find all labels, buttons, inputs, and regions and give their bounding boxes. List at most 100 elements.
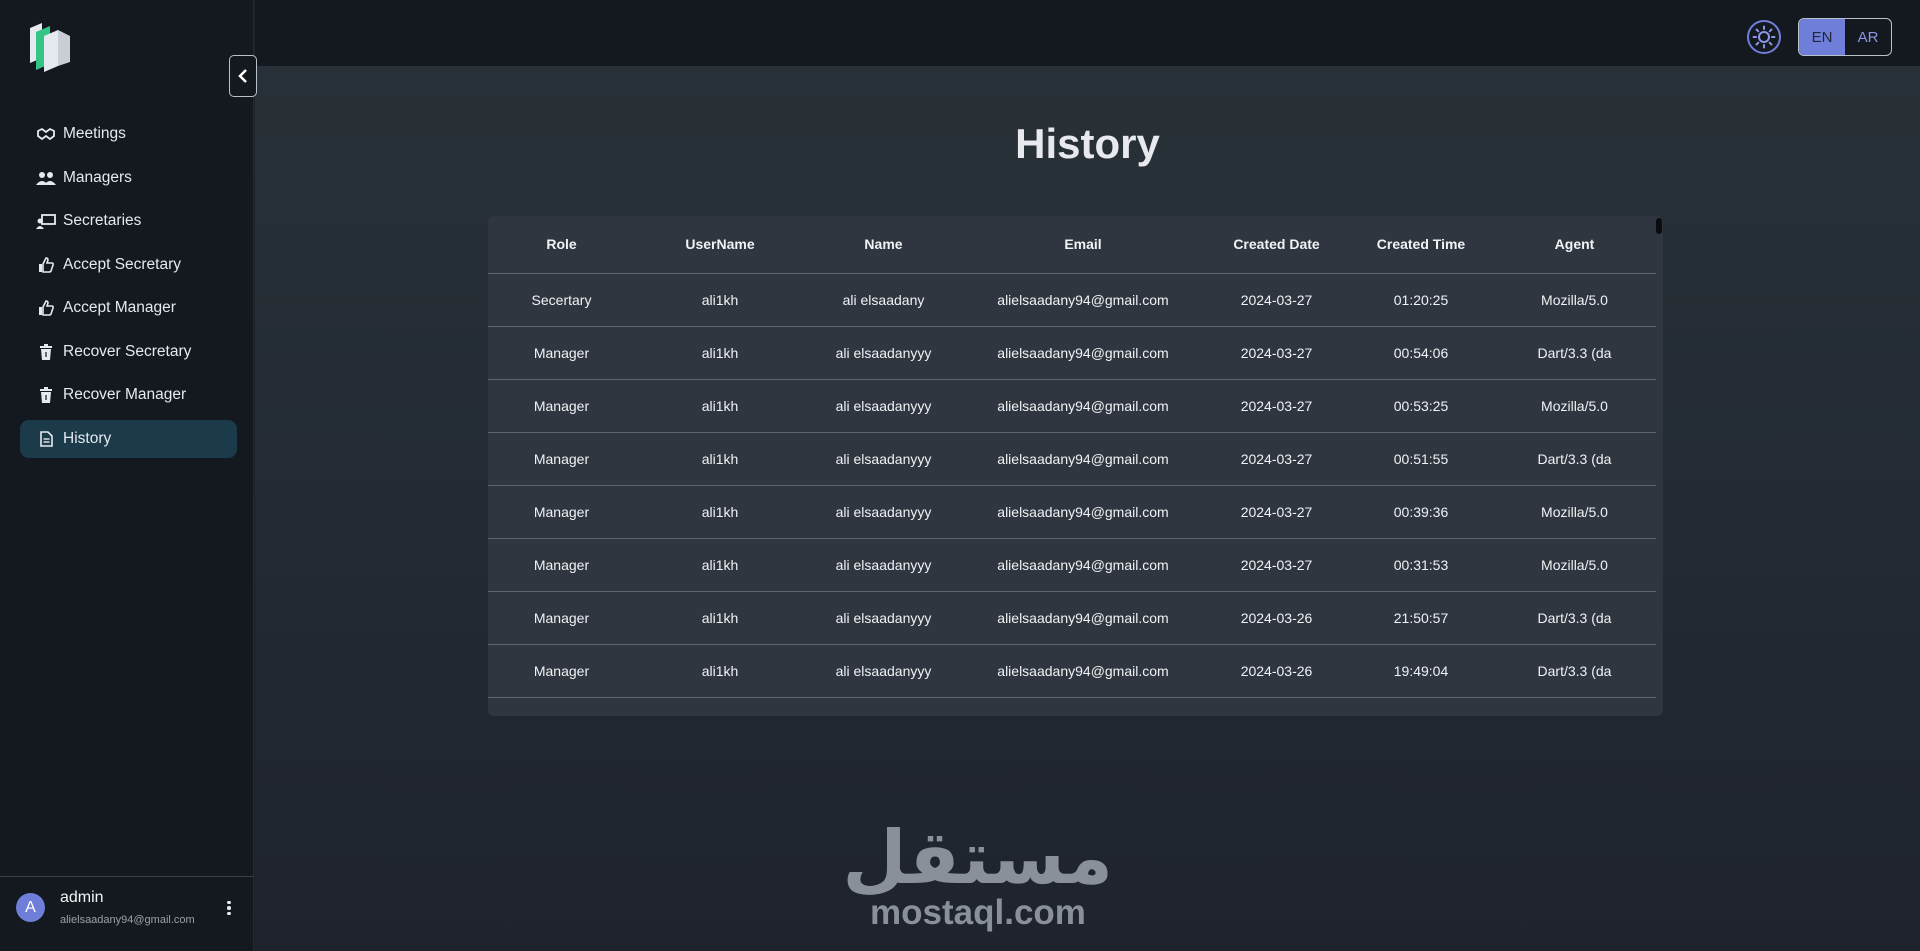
chalkboard-user-icon (36, 212, 56, 230)
table-cell: 21:50:57 (1349, 591, 1493, 645)
table-row[interactable]: Manager ali1kh ali elsaadanyyy alielsaadany… (488, 432, 1656, 486)
main-content: History Role UserName Name Email Created Dat… (255, 66, 1920, 951)
table-cell: 01:20:25 (1349, 273, 1493, 327)
table-cell: 19:49:04 (1349, 644, 1493, 698)
lang-option-en[interactable]: EN (1799, 19, 1845, 55)
table-row[interactable]: Manager ali1kh ali elsaadanyyy alielsaadany… (488, 591, 1656, 645)
table-cell: ali elsaadanyyy (805, 644, 962, 698)
sidebar-item-accept-manager[interactable]: Accept Manager (20, 289, 237, 327)
table-cell: 2024-03-27 (1204, 379, 1349, 433)
table-cell: ali1kh (635, 379, 805, 433)
sidebar-item-secretaries[interactable]: Secretaries (20, 202, 237, 240)
file-icon (36, 430, 56, 448)
table-cell: alielsaadany94@gmail.com (962, 432, 1204, 486)
user-profile[interactable]: A admin alielsaadany94@gmail.com (0, 876, 254, 951)
table-cell: ali elsaadanyyy (805, 432, 962, 486)
sidebar-item-recover-secretary[interactable]: Recover Secretary (20, 333, 237, 371)
user-name: admin (60, 889, 104, 906)
table-cell: ali1kh (635, 273, 805, 327)
table-cell: Manager (488, 644, 635, 698)
table-cell: 00:51:55 (1349, 432, 1493, 486)
lang-option-ar[interactable]: AR (1845, 19, 1891, 55)
theme-toggle-button[interactable] (1747, 20, 1781, 54)
table-cell: 2024-03-27 (1204, 485, 1349, 539)
table-cell: ali1kh (635, 432, 805, 486)
table-cell: Mozilla/5.0 (1493, 273, 1656, 327)
sidebar-item-label: Accept Secretary (63, 255, 182, 273)
column-header-email: Email (962, 216, 1204, 274)
table-cell: 2024-03-26 (1204, 591, 1349, 645)
thumbs-up-icon (36, 256, 56, 274)
table-scrollbar[interactable] (1656, 218, 1662, 234)
more-vertical-icon[interactable] (222, 898, 236, 918)
table-cell: Dart/3.3 (da (1493, 644, 1656, 698)
sidebar: Meetings Managers Secretaries Accept Secret… (0, 0, 254, 951)
table-cell: Manager (488, 485, 635, 539)
table-row[interactable]: Manager ali1kh ali elsaadanyyy alielsaadany… (488, 485, 1656, 539)
sidebar-nav: Meetings Managers Secretaries Accept Secret… (20, 115, 237, 463)
table-cell: 2024-03-26 (1204, 644, 1349, 698)
table-cell: ali1kh (635, 644, 805, 698)
table-cell: ali elsaadanyyy (805, 591, 962, 645)
table-cell: 00:39:36 (1349, 485, 1493, 539)
sidebar-item-accept-secretary[interactable]: Accept Secretary (20, 246, 237, 284)
history-table: Role UserName Name Email Created Date Created… (488, 216, 1656, 698)
app-logo[interactable] (26, 20, 78, 72)
sidebar-item-label: Recover Manager (63, 386, 187, 403)
table-cell: ali elsaadanyyy (805, 379, 962, 433)
table-row[interactable]: Manager ali1kh ali elsaadanyyy alielsaadany… (488, 326, 1656, 380)
user-email: alielsaadany94@gmail.com (60, 914, 195, 926)
table-cell: ali1kh (635, 326, 805, 380)
table-cell: ali elsaadanyyy (805, 485, 962, 539)
language-switch: EN AR (1798, 18, 1892, 56)
sidebar-item-label: History (63, 429, 112, 447)
table-cell: alielsaadany94@gmail.com (962, 538, 1204, 592)
page-title: History (1015, 120, 1160, 167)
table-cell: ali1kh (635, 538, 805, 592)
trash-icon (36, 343, 56, 361)
column-header-created-time: Created Time (1349, 216, 1493, 274)
table-row[interactable]: Manager ali1kh ali elsaadanyyy alielsaadany… (488, 379, 1656, 433)
table-cell: ali1kh (635, 591, 805, 645)
table-cell: alielsaadany94@gmail.com (962, 591, 1204, 645)
table-row[interactable]: Secertary ali1kh ali elsaadany alielsaadany… (488, 273, 1656, 327)
table-cell: Manager (488, 538, 635, 592)
table-cell: 00:31:53 (1349, 538, 1493, 592)
table-cell: 2024-03-27 (1204, 432, 1349, 486)
table-cell: ali elsaadanyyy (805, 538, 962, 592)
sidebar-item-history[interactable]: History (20, 419, 237, 458)
table-cell: 00:53:25 (1349, 379, 1493, 433)
table-cell: Dart/3.3 (da (1493, 326, 1656, 380)
table-cell: 00:54:06 (1349, 326, 1493, 380)
table-cell: Mozilla/5.0 (1493, 485, 1656, 539)
table-cell: ali1kh (635, 485, 805, 539)
chevron-left-icon (238, 69, 247, 83)
table-cell: alielsaadany94@gmail.com (962, 644, 1204, 698)
table-row[interactable]: Manager ali1kh ali elsaadanyyy alielsaadany… (488, 644, 1656, 698)
table-cell: alielsaadany94@gmail.com (962, 485, 1204, 539)
watermark-latin: mostaql.com (870, 893, 1086, 932)
sidebar-item-recover-manager[interactable]: Recover Manager (20, 376, 237, 414)
sidebar-item-label: Secretaries (63, 212, 142, 229)
table-cell: ali elsaadanyyy (805, 326, 962, 380)
sidebar-item-meetings[interactable]: Meetings (20, 115, 237, 153)
table-cell: alielsaadany94@gmail.com (962, 326, 1204, 380)
sidebar-item-label: Recover Secretary (63, 342, 192, 360)
table-cell: ali elsaadany (805, 273, 962, 327)
table-row[interactable]: Manager ali1kh ali elsaadanyyy alielsaadany… (488, 538, 1656, 592)
table-cell: Manager (488, 432, 635, 486)
column-header-name: Name (805, 216, 962, 274)
sidebar-item-managers[interactable]: Managers (20, 159, 237, 197)
table-cell: Manager (488, 591, 635, 645)
table-cell: Mozilla/5.0 (1493, 379, 1656, 433)
table-cell: 2024-03-27 (1204, 273, 1349, 327)
column-header-created-date: Created Date (1204, 216, 1349, 274)
watermark-arabic: مستقل (842, 815, 1113, 901)
sidebar-collapse-button[interactable] (229, 55, 257, 97)
table-cell: Manager (488, 326, 635, 380)
table-cell: Dart/3.3 (da (1493, 432, 1656, 486)
mostaql-watermark: مستقل mostaql.com (842, 815, 1113, 932)
table-cell: Mozilla/5.0 (1493, 538, 1656, 592)
table-cell: Dart/3.3 (da (1493, 591, 1656, 645)
sidebar-item-label: Meetings (63, 125, 126, 142)
